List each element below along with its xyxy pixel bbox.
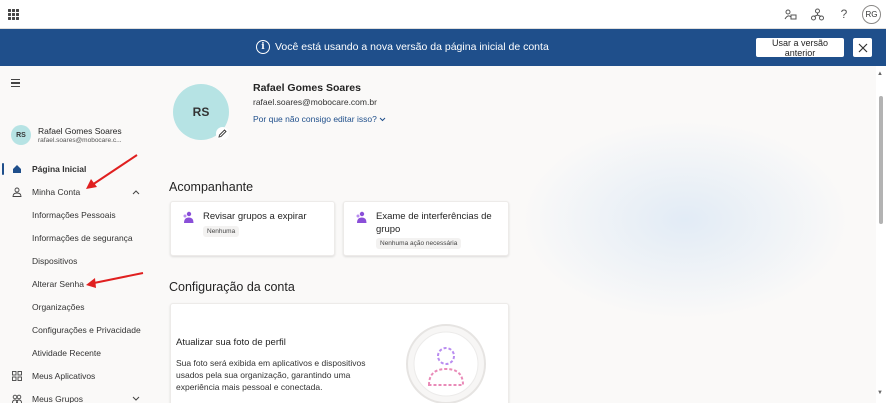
groups-icon bbox=[11, 394, 22, 403]
app-launcher-icon[interactable] bbox=[8, 9, 19, 20]
use-previous-version-button[interactable]: Usar a versão anterior bbox=[756, 38, 844, 58]
sidebar-item-label: Página Inicial bbox=[32, 164, 87, 174]
profile-name: Rafael Gomes Soares bbox=[253, 82, 361, 94]
scroll-thumb[interactable] bbox=[879, 96, 883, 224]
sidebar-item-label: Alterar Senha bbox=[32, 279, 84, 289]
sidebar-item-informacoes-seguranca[interactable]: Informações de segurança bbox=[0, 227, 150, 249]
status-badge: Nenhuma bbox=[203, 226, 240, 237]
groups-icon bbox=[356, 211, 367, 223]
sidebar-item-minha-conta[interactable]: Minha Conta bbox=[0, 181, 150, 203]
card-title: Revisar grupos a expirar bbox=[203, 211, 307, 222]
photo-card-description: Sua foto será exibida em aplicativos e d… bbox=[176, 358, 366, 392]
sidebar-item-alterar-senha[interactable]: Alterar Senha bbox=[0, 273, 150, 295]
sidebar-item-pagina-inicial[interactable]: Página Inicial bbox=[0, 158, 150, 180]
home-icon bbox=[11, 164, 22, 175]
sidebar-item-meus-grupos[interactable]: Meus Grupos bbox=[0, 388, 150, 403]
active-indicator bbox=[2, 163, 4, 175]
organization-icon[interactable] bbox=[782, 6, 798, 22]
person-icon bbox=[11, 187, 22, 198]
profile-email: rafael.soares@mobocare.com.br bbox=[253, 97, 377, 107]
sidebar-user-email: rafael.soares@mobocare.c... bbox=[38, 137, 122, 144]
group-interference-scan-card[interactable]: Exame de interferências de grupo Nenhuma… bbox=[343, 201, 509, 256]
sidebar-item-configuracoes-privacidade[interactable]: Configurações e Privacidade bbox=[0, 319, 150, 341]
scroll-up-icon[interactable]: ▲ bbox=[877, 71, 883, 77]
network-icon[interactable] bbox=[809, 6, 825, 22]
sidebar-item-organizacoes[interactable]: Organizações bbox=[0, 296, 150, 318]
sidebar-item-atividade-recente[interactable]: Atividade Recente bbox=[0, 342, 150, 364]
info-icon: i bbox=[256, 40, 270, 54]
why-cant-edit-link[interactable]: Por que não consigo editar isso? bbox=[253, 114, 386, 124]
banner-message: Você está usando a nova versão da página… bbox=[275, 41, 549, 53]
sidebar-item-label: Organizações bbox=[32, 302, 85, 312]
chevron-up-icon[interactable] bbox=[132, 187, 140, 197]
apps-icon bbox=[11, 371, 22, 382]
sidebar-item-label: Atividade Recente bbox=[32, 348, 101, 358]
sidebar-avatar: RS bbox=[11, 125, 31, 145]
menu-icon[interactable] bbox=[11, 79, 20, 87]
chevron-down-icon[interactable] bbox=[132, 394, 140, 403]
sidebar-item-label: Informações Pessoais bbox=[32, 210, 116, 220]
groups-icon bbox=[183, 211, 194, 223]
chevron-down-icon bbox=[379, 117, 386, 122]
photo-card-title: Atualizar sua foto de perfil bbox=[176, 337, 286, 348]
account-settings-section-title: Configuração da conta bbox=[169, 280, 295, 294]
background-glow bbox=[520, 120, 850, 320]
help-icon[interactable]: ? bbox=[836, 6, 852, 22]
vertical-scrollbar[interactable]: ▲ ▼ bbox=[876, 66, 886, 403]
sidebar-item-label: Meus Grupos bbox=[32, 394, 84, 403]
sidebar-item-meus-aplicativos[interactable]: Meus Aplicativos bbox=[0, 365, 150, 387]
review-expiring-groups-card[interactable]: Revisar grupos a expirar Nenhuma bbox=[170, 201, 335, 256]
sidebar-item-dispositivos[interactable]: Dispositivos bbox=[0, 250, 150, 272]
edit-photo-icon[interactable] bbox=[216, 127, 229, 140]
top-bar: ? RG bbox=[0, 0, 886, 29]
sidebar-item-informacoes-pessoais[interactable]: Informações Pessoais bbox=[0, 204, 150, 226]
sidebar-item-label: Dispositivos bbox=[32, 256, 78, 266]
sidebar-item-label: Informações de segurança bbox=[32, 233, 133, 243]
profile-photo-illustration-icon bbox=[406, 324, 486, 403]
close-icon[interactable] bbox=[853, 38, 872, 57]
sidebar-item-label: Meus Aplicativos bbox=[32, 371, 96, 381]
companion-section-title: Acompanhante bbox=[169, 180, 254, 194]
scroll-down-icon[interactable]: ▼ bbox=[877, 390, 883, 396]
sidebar-user-name: Rafael Gomes Soares bbox=[38, 126, 122, 136]
why-cant-edit-label: Por que não consigo editar isso? bbox=[253, 114, 377, 124]
status-badge: Nenhuma ação necessária bbox=[376, 238, 462, 249]
card-title: Exame de interferências de grupo bbox=[376, 211, 492, 235]
sidebar-item-label: Configurações e Privacidade bbox=[32, 325, 141, 335]
account-avatar[interactable]: RG bbox=[862, 5, 881, 24]
sidebar-item-label: Minha Conta bbox=[32, 187, 81, 197]
new-version-banner: i Você está usando a nova versão da pági… bbox=[0, 29, 886, 66]
